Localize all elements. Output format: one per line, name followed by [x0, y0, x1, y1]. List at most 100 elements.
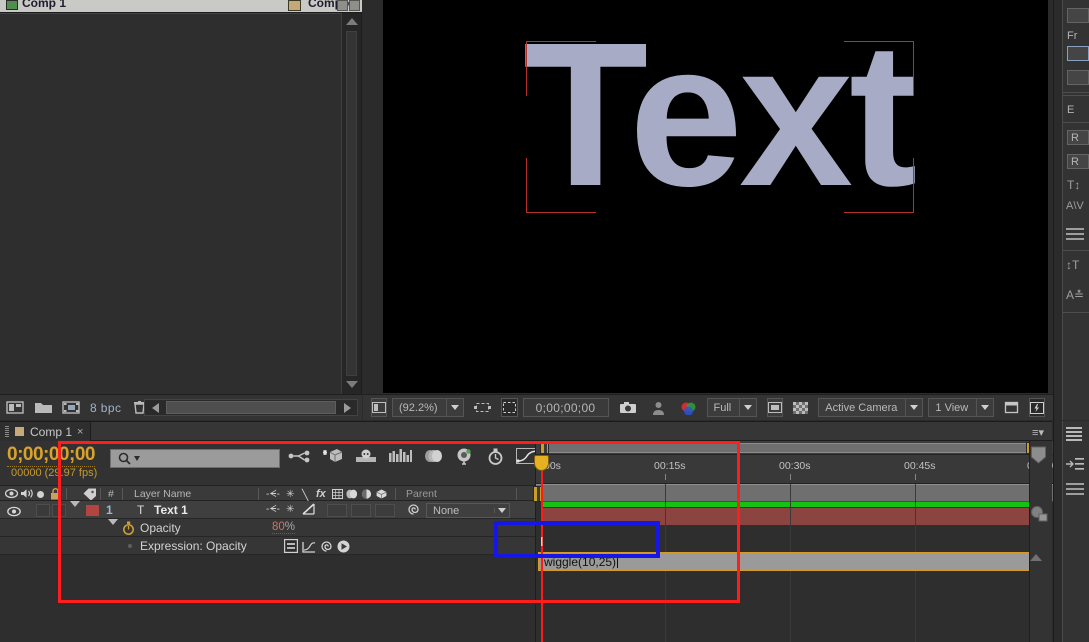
font-size-icon[interactable]: T↕ [1067, 178, 1080, 192]
view-layout-value: 1 View [935, 401, 969, 414]
parent-selector[interactable]: None [426, 503, 510, 518]
current-time-indicator-handle[interactable] [534, 455, 549, 471]
auto-keyframe-icon[interactable] [487, 448, 504, 470]
column-header-number[interactable]: # [108, 488, 114, 500]
scroll-up-arrow[interactable] [1030, 537, 1052, 561]
property-name-expression: Expression: Opacity [140, 539, 247, 553]
toggle-alpha-grid-icon[interactable] [788, 398, 813, 417]
collapse-transformations-icon[interactable]: ✳ [286, 504, 294, 515]
audio-toggle[interactable] [36, 504, 50, 517]
time-ruler[interactable]: 00s 00:15s 00:30s 00:45s 01:00 [536, 455, 1053, 484]
work-area-bar[interactable] [533, 484, 1053, 502]
take-snapshot-icon[interactable] [614, 398, 642, 417]
effects-toggle[interactable] [327, 504, 347, 517]
fast-previews-icon[interactable] [1029, 398, 1046, 417]
audio-icon[interactable] [20, 488, 34, 502]
shy-icon[interactable]: -ᗕ- [266, 504, 280, 515]
collapse-transformations-icon[interactable]: ✳ [286, 489, 294, 500]
new-composition-icon[interactable] [6, 400, 25, 416]
expression-text: wiggle(10,25) [544, 554, 617, 569]
project-vertical-scrollbar[interactable] [341, 13, 361, 394]
layer-label-color[interactable] [86, 505, 99, 516]
paragraph-align-icon[interactable] [1066, 427, 1084, 448]
column-header-layer-name[interactable]: Layer Name [134, 488, 191, 500]
new-folder-icon[interactable] [34, 400, 53, 416]
kerning-icon[interactable]: A\V [1066, 200, 1084, 212]
property-row-expression-opacity[interactable]: Expression: Opacity [0, 537, 535, 555]
timeline-graph-area[interactable]: 00s 00:15s 00:30s 00:45s 01:00 I [533, 441, 1053, 642]
property-row-opacity[interactable]: Opacity 80% [0, 519, 535, 542]
layer-name[interactable]: Text 1 [154, 503, 188, 517]
scroll-track[interactable] [346, 31, 357, 376]
project-item-list[interactable] [0, 13, 342, 394]
project-settings-icon[interactable] [62, 400, 81, 416]
shy-icon[interactable]: -ᗕ- [266, 489, 280, 500]
project-column-header[interactable]: Comp 1 Compo [0, 0, 362, 13]
timeline-header: 0;00;00;00 00000 (29.97 fps) [0, 441, 540, 485]
panel-menu-icon[interactable]: ≡▾ [1032, 426, 1044, 439]
layer-row-text-1[interactable]: 1 T Text 1 -ᗕ- ✳ None [0, 501, 535, 524]
column-header-parent[interactable]: Parent [406, 488, 437, 500]
frame-blend-toggle[interactable] [351, 504, 371, 517]
timeline-right-rail [1029, 441, 1052, 642]
indent-icon[interactable] [1066, 457, 1084, 476]
hscroll-left-arrow[interactable] [145, 402, 165, 413]
always-preview-icon[interactable] [371, 398, 387, 417]
pixel-aspect-correction-icon[interactable] [999, 398, 1024, 417]
search-input[interactable] [110, 449, 280, 468]
paragraph-panel-clipped[interactable] [1062, 421, 1089, 642]
motion-blur-toggle[interactable] [375, 504, 395, 517]
show-snapshot-icon[interactable] [647, 398, 670, 417]
current-time-field[interactable]: 0;00;00;00 [522, 398, 609, 417]
toggle-transparency-grid-icon[interactable] [767, 398, 784, 417]
timeline-zoom-navigator[interactable] [536, 441, 1053, 455]
frame-blending-icon[interactable] [389, 448, 412, 469]
motion-blur-icon[interactable] [424, 448, 443, 469]
comp-mini-icon[interactable] [1030, 505, 1052, 527]
hscroll-thumb[interactable] [166, 401, 336, 414]
tab-comp-1[interactable]: Comp 1 × [0, 422, 92, 441]
expression-input-field[interactable]: wiggle(10,25) [538, 552, 1043, 571]
toggle-mask-icon[interactable] [500, 398, 518, 417]
solo-toggle[interactable] [52, 504, 66, 517]
layer-duration-bar[interactable] [541, 508, 1046, 525]
nav-left-handle[interactable] [540, 442, 549, 454]
solo-icon[interactable] [37, 491, 44, 498]
composition-mini-flowchart-icon[interactable] [288, 449, 310, 469]
timeline-current-timecode[interactable]: 0;00;00;00 [7, 444, 95, 467]
scroll-up-arrow[interactable] [345, 16, 359, 28]
close-icon[interactable]: × [77, 426, 83, 438]
show-channel-icon[interactable] [675, 398, 702, 417]
brainstorm-icon[interactable] [455, 447, 475, 470]
video-icon[interactable] [4, 488, 19, 502]
bit-depth-label[interactable]: 8 bpc [90, 401, 121, 415]
hide-shy-layers-icon[interactable] [355, 448, 377, 469]
resolution-selector[interactable]: Full [706, 398, 758, 417]
project-horizontal-scrollbar[interactable] [144, 399, 358, 416]
toggle-switches-modes-icon[interactable] [1030, 446, 1052, 469]
right-dock: Fr E R R T↕ A\V ↕T A≛ [1053, 0, 1089, 642]
camera-selector[interactable]: Active Camera [818, 398, 924, 417]
column-mini-buttons[interactable] [336, 0, 360, 12]
baseline-shift-icon[interactable]: A≛ [1066, 288, 1084, 302]
hscroll-right-arrow[interactable] [337, 402, 357, 413]
project-column-name[interactable]: Comp 1 [22, 0, 66, 10]
property-value-opacity[interactable]: 80% [272, 521, 296, 534]
scroll-down-arrow[interactable] [345, 379, 359, 391]
search-dropdown-icon[interactable] [134, 456, 140, 461]
comp-icon [14, 426, 25, 437]
project-panel-footer: 8 bpc [0, 394, 362, 420]
magnification-selector[interactable]: (92.2%) [392, 398, 464, 417]
ruler-label-3: 00:45s [904, 460, 936, 472]
effects-icon[interactable]: fx [316, 488, 326, 500]
expression-bullet-icon [128, 544, 132, 548]
property-name-opacity: Opacity [140, 521, 181, 535]
leading-icon[interactable]: ↕T [1066, 258, 1079, 272]
view-layout-selector[interactable]: 1 View [928, 398, 995, 417]
region-of-interest-icon[interactable] [469, 398, 496, 417]
timeline-empty-area[interactable] [0, 555, 535, 642]
character-panel-clipped[interactable]: Fr E R R T↕ A\V ↕T A≛ [1062, 0, 1089, 420]
composition-stage[interactable]: Text [383, 0, 1048, 393]
parent-value: None [433, 504, 460, 517]
draft-3d-icon[interactable] [322, 448, 343, 469]
